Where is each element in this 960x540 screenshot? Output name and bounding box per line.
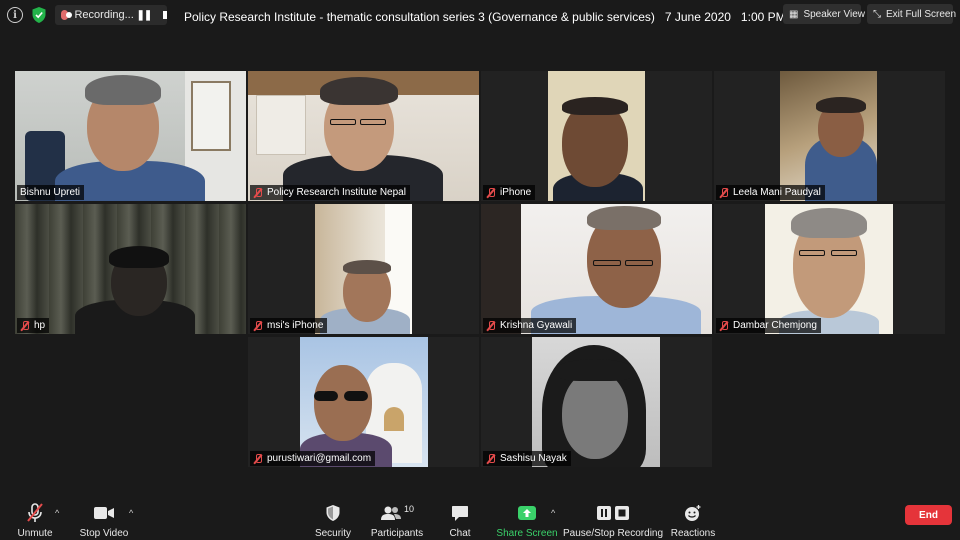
video-tile[interactable]: Bishnu Upreti — [15, 71, 246, 201]
video-feed — [15, 71, 246, 201]
participant-name: Sashisu Nayak — [500, 453, 567, 464]
encryption-shield-icon[interactable] — [31, 6, 47, 24]
share-screen-button[interactable]: Share Screen — [496, 494, 558, 540]
chat-button[interactable]: Chat — [446, 494, 474, 540]
recording-indicator: Recording... ❚❚ — [55, 5, 167, 25]
pause-stop-recording-label: Pause/Stop Recording — [562, 528, 664, 539]
participant-name: msi's iPhone — [267, 320, 324, 331]
participant-name: Policy Research Institute Nepal — [267, 187, 406, 198]
stop-video-button[interactable]: Stop Video — [78, 494, 130, 540]
stop-recording-icon[interactable] — [163, 11, 167, 19]
microphone-muted-icon — [719, 320, 729, 331]
pause-recording-icon[interactable]: ❚❚ — [136, 10, 152, 21]
microphone-muted-icon — [719, 187, 729, 198]
top-bar: i Recording... ❚❚ Policy Research Instit… — [0, 0, 960, 32]
microphone-muted-icon — [253, 187, 263, 198]
recording-cloud-icon — [61, 10, 73, 20]
video-feed — [15, 204, 246, 334]
participants-icon: 10 — [380, 502, 414, 524]
participants-count: 10 — [403, 504, 414, 514]
participant-nameplate: iPhone — [483, 185, 536, 200]
microphone-muted-icon — [486, 187, 496, 198]
share-screen-label: Share Screen — [496, 528, 558, 539]
participants-button[interactable]: 10 Participants — [370, 494, 424, 540]
audio-options-chevron-up-icon[interactable]: ^ — [55, 508, 59, 518]
info-icon[interactable]: i — [7, 7, 23, 23]
microphone-muted-icon — [253, 320, 263, 331]
zoom-meeting-window: i Recording... ❚❚ Policy Research Instit… — [0, 0, 960, 540]
security-label: Security — [314, 528, 352, 539]
participant-nameplate: msi's iPhone — [250, 318, 328, 333]
pause-stop-icons — [596, 502, 630, 524]
participant-name: Krishna Gyawali — [500, 320, 573, 331]
participant-name: Bishnu Upreti — [20, 187, 81, 198]
video-feed — [532, 337, 660, 467]
video-tile[interactable]: hp — [15, 204, 246, 334]
participant-nameplate: Policy Research Institute Nepal — [250, 185, 410, 200]
video-options-chevron-up-icon[interactable]: ^ — [129, 508, 133, 518]
meeting-toolbar: Unmute ^ Stop Video ^ Security 10 Partic… — [0, 494, 960, 540]
video-feed — [300, 337, 428, 467]
video-camera-icon — [93, 502, 115, 524]
reactions-label: Reactions — [670, 528, 716, 539]
video-tile[interactable]: Policy Research Institute Nepal — [248, 71, 479, 201]
video-tile[interactable]: Sashisu Nayak — [481, 337, 712, 467]
participant-name: iPhone — [500, 187, 532, 198]
participant-name: hp — [34, 320, 46, 331]
share-options-chevron-up-icon[interactable]: ^ — [551, 508, 555, 518]
chat-label: Chat — [449, 528, 471, 539]
recording-label: Recording... — [74, 9, 134, 21]
participant-nameplate: Leela Mani Paudyal — [716, 185, 825, 200]
video-tile[interactable]: Leela Mani Paudyal — [714, 71, 945, 201]
video-tile[interactable]: msi's iPhone — [248, 204, 479, 334]
video-feed — [248, 71, 479, 201]
grid-view-icon: ▦ — [789, 8, 799, 20]
video-feed — [548, 71, 645, 201]
microphone-muted-icon — [486, 320, 496, 331]
unmute-label: Unmute — [17, 528, 53, 539]
participant-nameplate: Sashisu Nayak — [483, 451, 571, 466]
stop-video-label: Stop Video — [79, 528, 129, 539]
participant-nameplate: purustiwari@gmail.com — [250, 451, 376, 466]
video-tile[interactable]: iPhone — [481, 71, 712, 201]
microphone-muted-icon — [253, 453, 263, 464]
exit-full-screen-button[interactable]: ⤡ Exit Full Screen — [867, 4, 957, 24]
end-meeting-button[interactable]: End — [905, 505, 952, 525]
chat-bubble-icon — [451, 502, 469, 524]
smiley-face-icon — [684, 502, 702, 524]
exit-fullscreen-icon: ⤡ — [873, 8, 881, 20]
participant-name: Leela Mani Paudyal — [733, 187, 821, 198]
video-feed — [315, 204, 412, 334]
video-feed — [780, 71, 877, 201]
participant-nameplate: hp — [17, 318, 50, 333]
video-tile[interactable]: Dambar Chemjong — [714, 204, 945, 334]
video-feed — [481, 204, 712, 334]
video-tile[interactable]: purustiwari@gmail.com — [248, 337, 479, 467]
speaker-view-button[interactable]: ▦ Speaker View — [783, 4, 865, 24]
speaker-view-label: Speaker View — [803, 8, 865, 20]
participant-name: purustiwari@gmail.com — [267, 453, 372, 464]
microphone-muted-icon — [26, 502, 44, 524]
video-feed — [765, 204, 893, 334]
microphone-muted-icon — [486, 453, 496, 464]
shield-icon — [325, 502, 341, 524]
participant-nameplate: Bishnu Upreti — [17, 185, 85, 200]
participant-name: Dambar Chemjong — [733, 320, 817, 331]
unmute-button[interactable]: Unmute — [14, 494, 56, 540]
reactions-button[interactable]: Reactions — [670, 494, 716, 540]
meeting-title: Policy Research Institute - thematic con… — [184, 10, 786, 24]
participants-label: Participants — [370, 528, 424, 539]
share-screen-arrow-icon — [517, 502, 537, 524]
participant-nameplate: Krishna Gyawali — [483, 318, 577, 333]
exit-full-screen-label: Exit Full Screen — [886, 8, 957, 20]
video-tile[interactable]: Krishna Gyawali — [481, 204, 712, 334]
pause-stop-recording-button[interactable]: Pause/Stop Recording — [563, 494, 663, 540]
participant-nameplate: Dambar Chemjong — [716, 318, 821, 333]
security-button[interactable]: Security — [312, 494, 354, 540]
microphone-muted-icon — [20, 320, 30, 331]
